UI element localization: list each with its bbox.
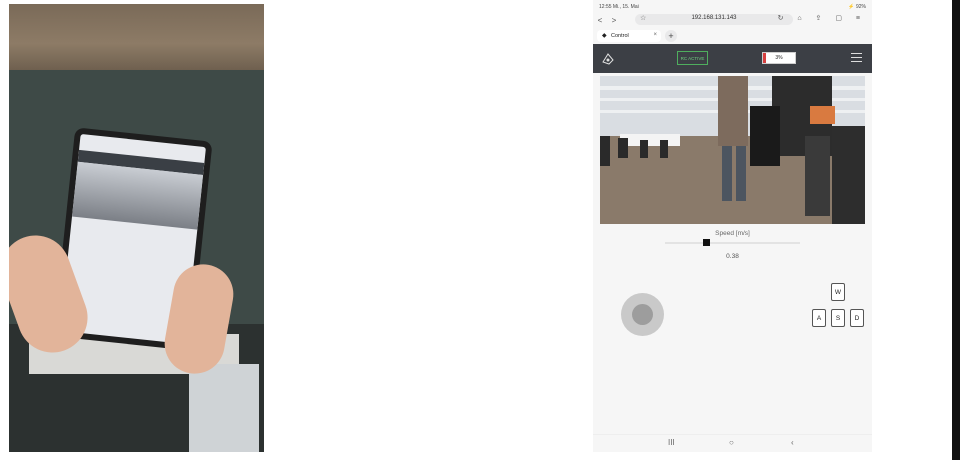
battery-text: 3% bbox=[775, 55, 783, 61]
key-a-button[interactable]: A bbox=[812, 309, 826, 327]
key-d-button[interactable]: D bbox=[850, 309, 864, 327]
app-header: RC ACTIVE 3% bbox=[593, 44, 872, 73]
held-tablet-video bbox=[72, 161, 204, 230]
camera-feed bbox=[600, 76, 865, 224]
new-tab-button[interactable]: + bbox=[665, 30, 677, 42]
url-text: 192.168.131.143 bbox=[691, 15, 737, 21]
speed-label: Speed [m/s] bbox=[715, 230, 750, 237]
sleeve bbox=[189, 364, 259, 452]
back-icon[interactable]: < bbox=[593, 16, 607, 25]
tab-close-icon[interactable]: × bbox=[653, 32, 657, 38]
joystick[interactable] bbox=[621, 293, 664, 336]
home-icon[interactable]: ○ bbox=[729, 438, 734, 447]
joystick-knob[interactable] bbox=[632, 304, 653, 325]
status-indicators: ⚡ 92% bbox=[848, 4, 866, 10]
speed-slider-track[interactable] bbox=[665, 242, 800, 244]
battery-indicator: 3% bbox=[762, 52, 796, 64]
edge-strip bbox=[952, 0, 960, 460]
tab-strip: ◆ Control × + bbox=[593, 29, 872, 43]
key-w-button[interactable]: W bbox=[831, 283, 845, 301]
logo-icon bbox=[602, 53, 614, 65]
rc-status-badge: RC ACTIVE bbox=[677, 51, 708, 65]
hamburger-menu-icon[interactable] bbox=[851, 53, 862, 65]
speed-value: 0.38 bbox=[726, 253, 739, 260]
browser-action-icons[interactable]: ↻ ⌂ ⇪ ▢ ≡ bbox=[778, 14, 866, 22]
forward-icon[interactable]: > bbox=[607, 16, 621, 25]
wood-ceiling bbox=[9, 4, 264, 70]
recent-apps-icon[interactable]: III bbox=[668, 438, 675, 447]
tab-favicon-icon: ◆ bbox=[602, 33, 607, 39]
url-bar[interactable]: ☆ 192.168.131.143 bbox=[635, 14, 793, 25]
speed-slider-thumb[interactable] bbox=[703, 239, 711, 246]
photo-person-holding-tablet bbox=[9, 4, 264, 452]
tab-label: Control bbox=[611, 33, 629, 39]
browser-toolbar: < > ☆ 192.168.131.143 ↻ ⌂ ⇪ ▢ ≡ bbox=[593, 13, 872, 27]
status-time: 12:55 Mi., 15. Mai bbox=[599, 4, 639, 10]
tablet-screenshot: 12:55 Mi., 15. Mai ⚡ 92% < > ☆ 192.168.1… bbox=[593, 0, 872, 452]
nav-back-icon[interactable]: ‹ bbox=[791, 438, 794, 447]
android-nav-bar: III ○ ‹ bbox=[593, 434, 872, 452]
tab-control[interactable]: ◆ Control × bbox=[597, 30, 661, 42]
key-s-button[interactable]: S bbox=[831, 309, 845, 327]
